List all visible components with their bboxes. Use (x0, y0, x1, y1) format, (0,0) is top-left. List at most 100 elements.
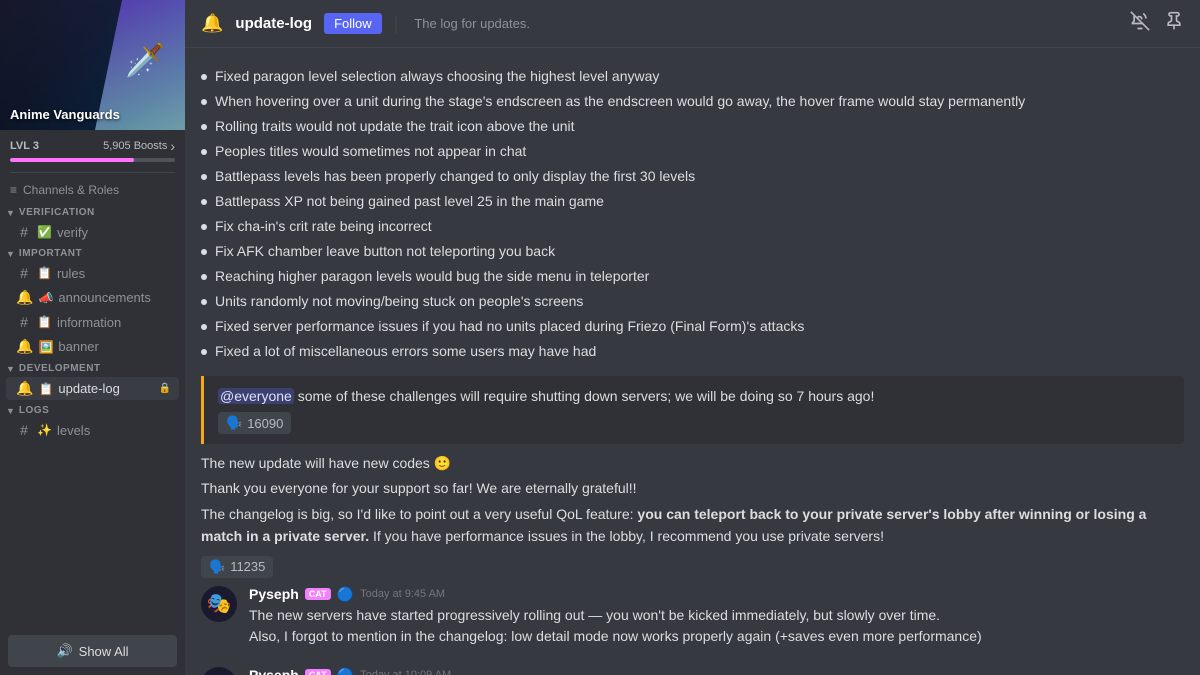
bulletin-text: Units randomly not moving/being stuck on… (215, 291, 583, 312)
channel-name-levels: levels (57, 423, 171, 438)
notification-muted-icon[interactable] (1130, 11, 1150, 36)
bulletin-text: When hovering over a unit during the sta… (215, 91, 1025, 112)
message-timestamp-2: Today at 10:09 AM (360, 669, 451, 675)
avatar-pyseph-2: 🎭 (201, 667, 237, 675)
bullet-dot (201, 199, 207, 205)
channel-hash-icon-information: # (16, 314, 32, 330)
reaction-button-2[interactable]: 🗣️ 11235 (201, 556, 273, 578)
bulletin-text: Rolling traits would not update the trai… (215, 116, 575, 137)
channel-emoji-verify: ✅ (37, 225, 52, 239)
channel-item-banner[interactable]: 🔔 🖼️ banner (6, 335, 179, 358)
avatar-pyseph-1: 🎭 (201, 586, 237, 622)
category-verification[interactable]: ▼ VERIFICATION (0, 203, 185, 220)
channel-item-announcements[interactable]: 🔔 📣 announcements (6, 286, 179, 309)
channel-name-information: information (57, 315, 171, 330)
bulletin-text: Fixed a lot of miscellaneous errors some… (215, 341, 596, 362)
show-all-button[interactable]: 🔊 Show All (8, 635, 177, 667)
category-label-verification: VERIFICATION (19, 207, 95, 218)
channel-name-verify: verify (57, 225, 171, 240)
header-channel-name: update-log (235, 15, 312, 32)
header-channel-icon: 🔔 (201, 13, 223, 34)
bullet-dot (201, 149, 207, 155)
channel-hash-icon: # (16, 224, 32, 240)
list-item: Fixed a lot of miscellaneous errors some… (201, 339, 1184, 364)
header-description: The log for updates. (414, 16, 530, 31)
bulletin-text: Battlepass levels has been properly chan… (215, 166, 695, 187)
bullet-dot (201, 224, 207, 230)
message-header-pyseph-1: Pyseph Cat 🔵 Today at 9:45 AM (249, 586, 1184, 603)
reaction-button-1[interactable]: 🗣️ 16090 (218, 412, 291, 434)
mention-everyone: @everyone (218, 388, 294, 404)
channels-roles-label: Channels & Roles (23, 183, 119, 197)
category-important[interactable]: ▼ IMPORTANT (0, 244, 185, 261)
message-tag-cat-1: Cat (305, 588, 331, 600)
boost-count[interactable]: 5,905 Boosts (103, 138, 175, 154)
channel-lock-icon: 🔒 (159, 383, 171, 394)
list-item: Battlepass levels has been properly chan… (201, 164, 1184, 189)
list-item: Fix AFK chamber leave button not telepor… (201, 239, 1184, 264)
bulletin-text: Peoples titles would sometimes not appea… (215, 141, 526, 162)
bulletin-text: Fix cha-in's crit rate being incorrect (215, 216, 432, 237)
highlight-body: some of these challenges will require sh… (298, 388, 875, 404)
verified-icon-1: 🔵 (337, 586, 354, 603)
category-development[interactable]: ▼ DEVELOPMENT (0, 359, 185, 376)
server-name: Anime Vanguards (10, 107, 120, 122)
channel-item-information[interactable]: # 📋 information (6, 311, 179, 333)
channel-emoji-announcements: 📣 (38, 291, 53, 305)
messages-area: Fixed paragon level selection always cho… (185, 48, 1200, 675)
show-all-speaker-icon: 🔊 (56, 643, 72, 659)
sidebar: 🗡️ Anime Vanguards LVL 3 5,905 Boosts ≡ … (0, 0, 185, 675)
main-content: 🔔 update-log Follow | The log for update… (185, 0, 1200, 675)
category-arrow-verification: ▼ (6, 208, 15, 218)
sidebar-divider (10, 172, 175, 173)
bullet-dot (201, 249, 207, 255)
server-banner: 🗡️ Anime Vanguards (0, 0, 185, 130)
boost-bar-fill (10, 158, 134, 162)
list-item: Units randomly not moving/being stuck on… (201, 289, 1184, 314)
reaction-emoji-2: 🗣️ (209, 559, 225, 575)
list-item: Battlepass XP not being gained past leve… (201, 189, 1184, 214)
bullet-dot (201, 299, 207, 305)
message-tag-cat-2: Cat (305, 669, 331, 675)
message-author-pyseph-2: Pyseph (249, 667, 299, 675)
highlight-text: @everyone some of these challenges will … (218, 386, 1170, 407)
list-item: Fixed server performance issues if you h… (201, 314, 1184, 339)
channel-item-verify[interactable]: # ✅ verify (6, 221, 179, 243)
channel-emoji-banner: 🖼️ (38, 340, 53, 354)
list-item: Fix cha-in's crit rate being incorrect (201, 214, 1184, 239)
bulletin-list: Fixed paragon level selection always cho… (201, 64, 1184, 364)
channels-roles-button[interactable]: ≡ Channels & Roles (0, 177, 185, 203)
category-label-development: DEVELOPMENT (19, 363, 101, 374)
channel-name-update-log: update-log (58, 381, 153, 396)
channel-item-rules[interactable]: # 📋 rules (6, 262, 179, 284)
bullet-dot (201, 74, 207, 80)
message-content-pyseph-1: Pyseph Cat 🔵 Today at 9:45 AM The new se… (249, 586, 1184, 647)
bullet-dot (201, 324, 207, 330)
channel-announce-icon-banner: 🔔 (16, 338, 33, 355)
message-author-pyseph-1: Pyseph (249, 586, 299, 602)
bulletin-text: Reaching higher paragon levels would bug… (215, 266, 649, 287)
pin-icon[interactable] (1164, 11, 1184, 36)
highlight-message-box: @everyone some of these challenges will … (201, 376, 1184, 444)
list-item: Peoples titles would sometimes not appea… (201, 139, 1184, 164)
category-logs[interactable]: ▼ LOGS (0, 401, 185, 418)
plain-message-1: The new update will have new codes 🙂 (201, 452, 1184, 474)
message-header-pyseph-2: Pyseph Cat 🔵 Today at 10:09 AM (249, 667, 1184, 675)
follow-button[interactable]: Follow (324, 13, 382, 34)
channel-emoji-information: 📋 (37, 315, 52, 329)
channel-item-update-log[interactable]: 🔔 📋 update-log 🔒 (6, 377, 179, 400)
category-arrow-important: ▼ (6, 249, 15, 259)
message-row-2: 🎭 Pyseph Cat 🔵 Today at 10:09 AM Two of … (201, 667, 1184, 675)
header-divider: | (394, 13, 399, 34)
message-timestamp-1: Today at 9:45 AM (360, 588, 445, 600)
channel-item-levels[interactable]: # ✨ levels (6, 419, 179, 441)
channel-hash-icon-rules: # (16, 265, 32, 281)
bullet-dot (201, 274, 207, 280)
channel-header: 🔔 update-log Follow | The log for update… (185, 0, 1200, 48)
message-text-pyseph-1a: The new servers have started progressive… (249, 605, 1184, 626)
plain-message-2: Thank you everyone for your support so f… (201, 477, 1184, 499)
channel-name-announcements: announcements (58, 290, 171, 305)
list-item: Fixed paragon level selection always cho… (201, 64, 1184, 89)
message-row-1: 🎭 Pyseph Cat 🔵 Today at 9:45 AM The new … (201, 586, 1184, 647)
message-content-pyseph-2: Pyseph Cat 🔵 Today at 10:09 AM Two of th… (249, 667, 1184, 675)
